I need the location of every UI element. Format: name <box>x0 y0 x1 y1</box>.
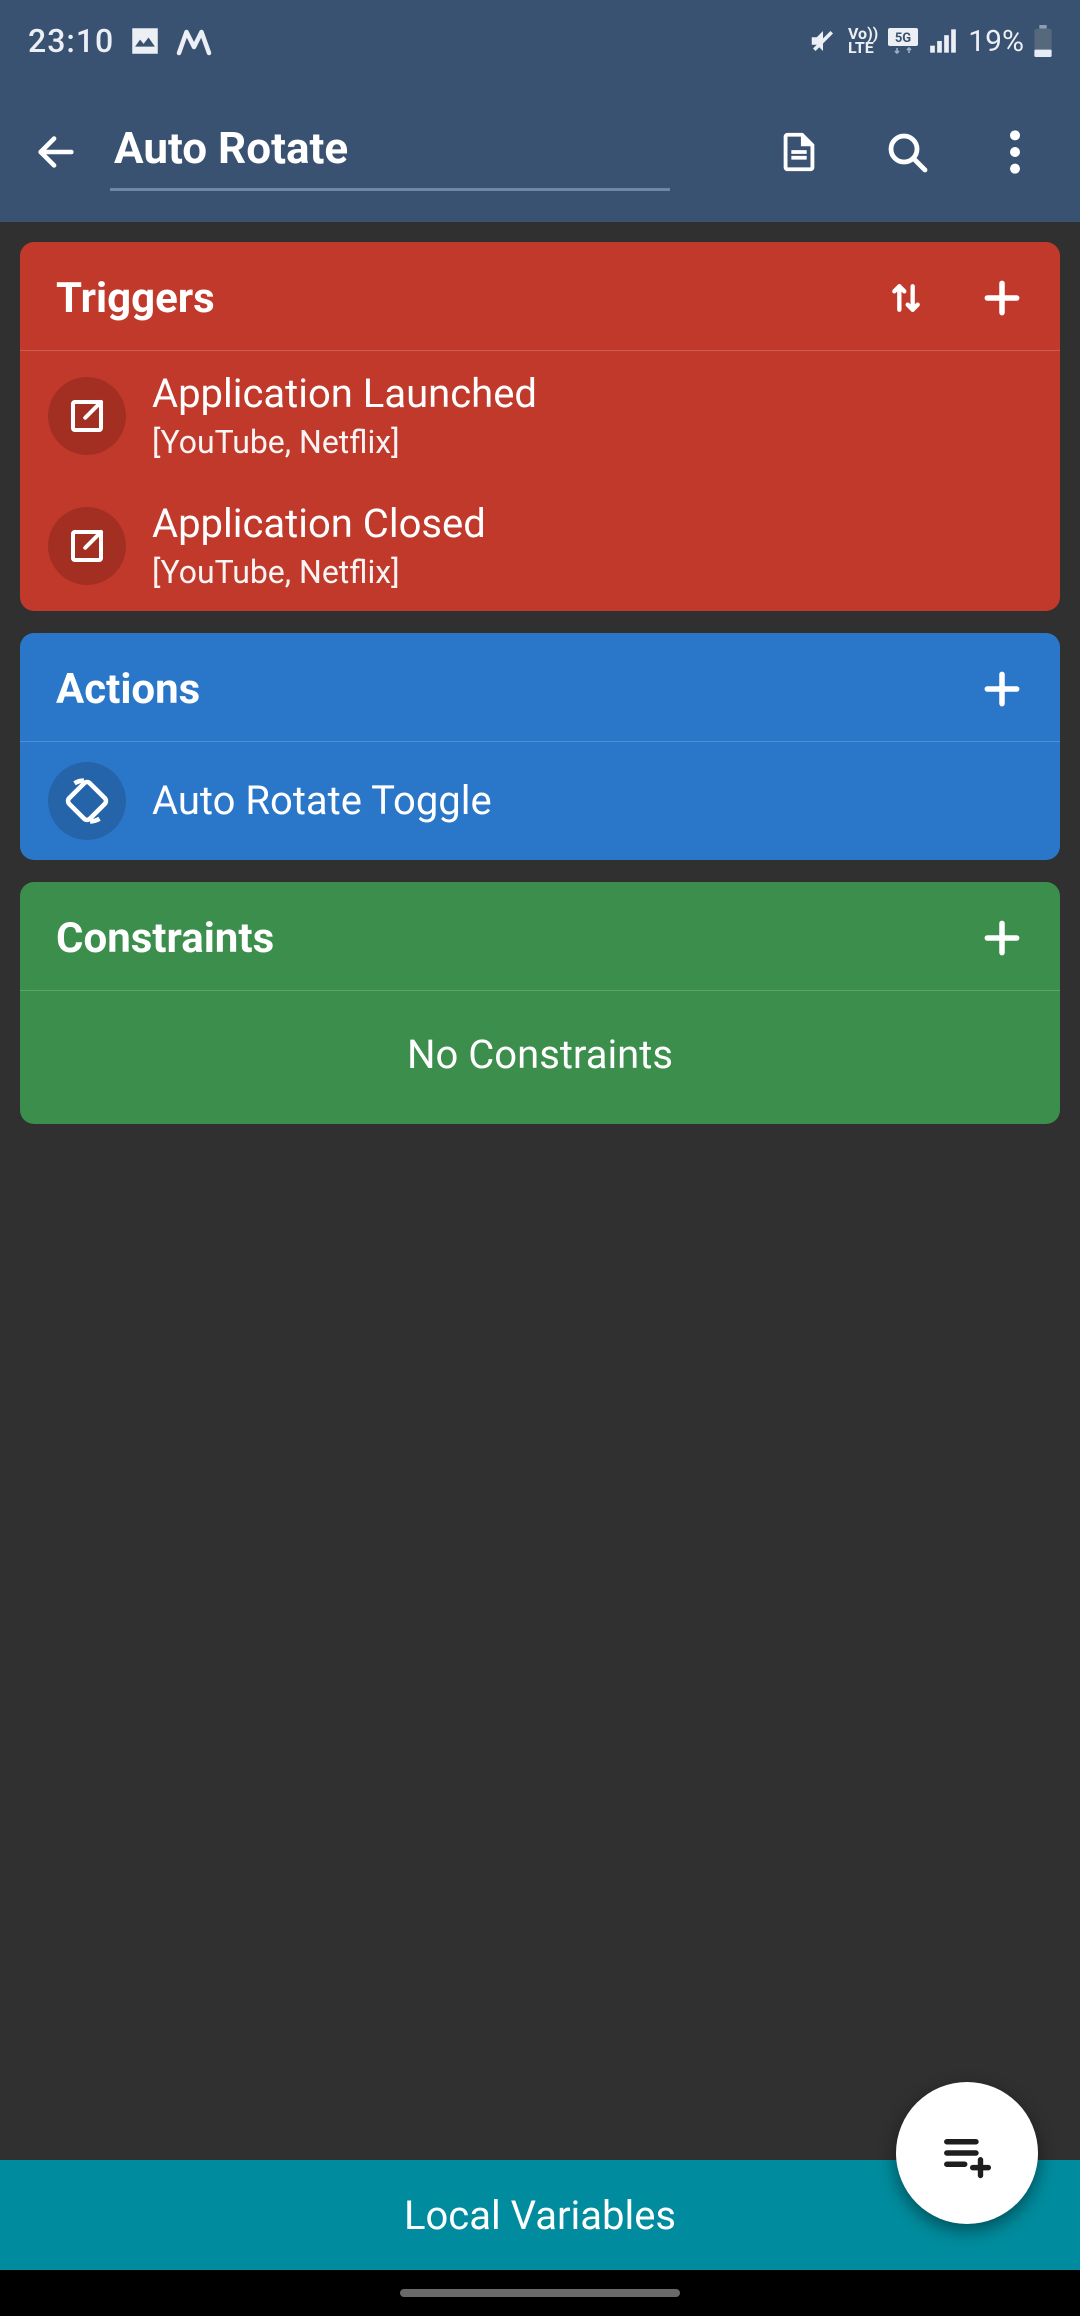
add-variable-fab[interactable] <box>896 2082 1038 2224</box>
5g-icon: 5G <box>888 28 918 54</box>
signal-icon <box>928 27 958 55</box>
constraints-card: Constraints No Constraints <box>20 882 1060 1124</box>
search-button[interactable] <box>862 107 952 197</box>
local-variables-label: Local Variables <box>404 2192 676 2239</box>
add-action-button[interactable] <box>974 661 1030 717</box>
triggers-title: Triggers <box>56 274 215 323</box>
rotate-icon <box>48 762 126 840</box>
status-right: Vo))LTE 5G 19% <box>808 24 1052 59</box>
app-bar <box>0 82 1080 222</box>
nav-handle[interactable] <box>400 2289 680 2297</box>
status-bar: 23:10 Vo))LTE 5G 19% <box>0 0 1080 82</box>
add-trigger-button[interactable] <box>974 270 1030 326</box>
content: Triggers Application Launched [Yo <box>0 222 1080 2316</box>
app-launch-icon <box>48 507 126 585</box>
status-time: 23:10 <box>28 22 114 60</box>
trigger-title: Application Closed <box>152 501 486 547</box>
trigger-subtitle: [YouTube, Netflix] <box>152 423 537 461</box>
m-letter-icon <box>176 24 212 58</box>
actions-card: Actions Auto Rotate Toggle <box>20 633 1060 860</box>
battery-text: 19% <box>968 24 1024 59</box>
action-title: Auto Rotate Toggle <box>152 778 492 824</box>
app-launch-icon <box>48 377 126 455</box>
nav-bar <box>0 2270 1080 2316</box>
trigger-subtitle: [YouTube, Netflix] <box>152 553 486 591</box>
back-button[interactable] <box>20 116 92 188</box>
constraints-header: Constraints <box>20 882 1060 990</box>
action-row[interactable]: Auto Rotate Toggle <box>20 742 1060 860</box>
actions-title: Actions <box>56 665 200 714</box>
battery-icon <box>1034 25 1052 57</box>
screen: 23:10 Vo))LTE 5G 19% <box>0 0 1080 2316</box>
svg-text:5G: 5G <box>895 31 911 46</box>
add-constraint-button[interactable] <box>974 910 1030 966</box>
triggers-header: Triggers <box>20 242 1060 350</box>
status-left: 23:10 <box>28 22 212 60</box>
volte-icon: Vo))LTE <box>848 27 878 55</box>
trigger-row[interactable]: Application Closed [YouTube, Netflix] <box>20 481 1060 611</box>
macro-name-input[interactable] <box>110 114 670 191</box>
constraints-title: Constraints <box>56 914 274 963</box>
trigger-title: Application Launched <box>152 371 537 417</box>
gallery-icon <box>128 24 162 58</box>
trigger-row[interactable]: Application Launched [YouTube, Netflix] <box>20 351 1060 481</box>
triggers-card: Triggers Application Launched [Yo <box>20 242 1060 611</box>
constraints-empty: No Constraints <box>20 991 1060 1124</box>
title-wrap <box>110 114 736 191</box>
mute-icon <box>808 26 838 56</box>
actions-header: Actions <box>20 633 1060 741</box>
description-button[interactable] <box>754 107 844 197</box>
reorder-triggers-button[interactable] <box>878 270 934 326</box>
overflow-menu-button[interactable] <box>970 107 1060 197</box>
